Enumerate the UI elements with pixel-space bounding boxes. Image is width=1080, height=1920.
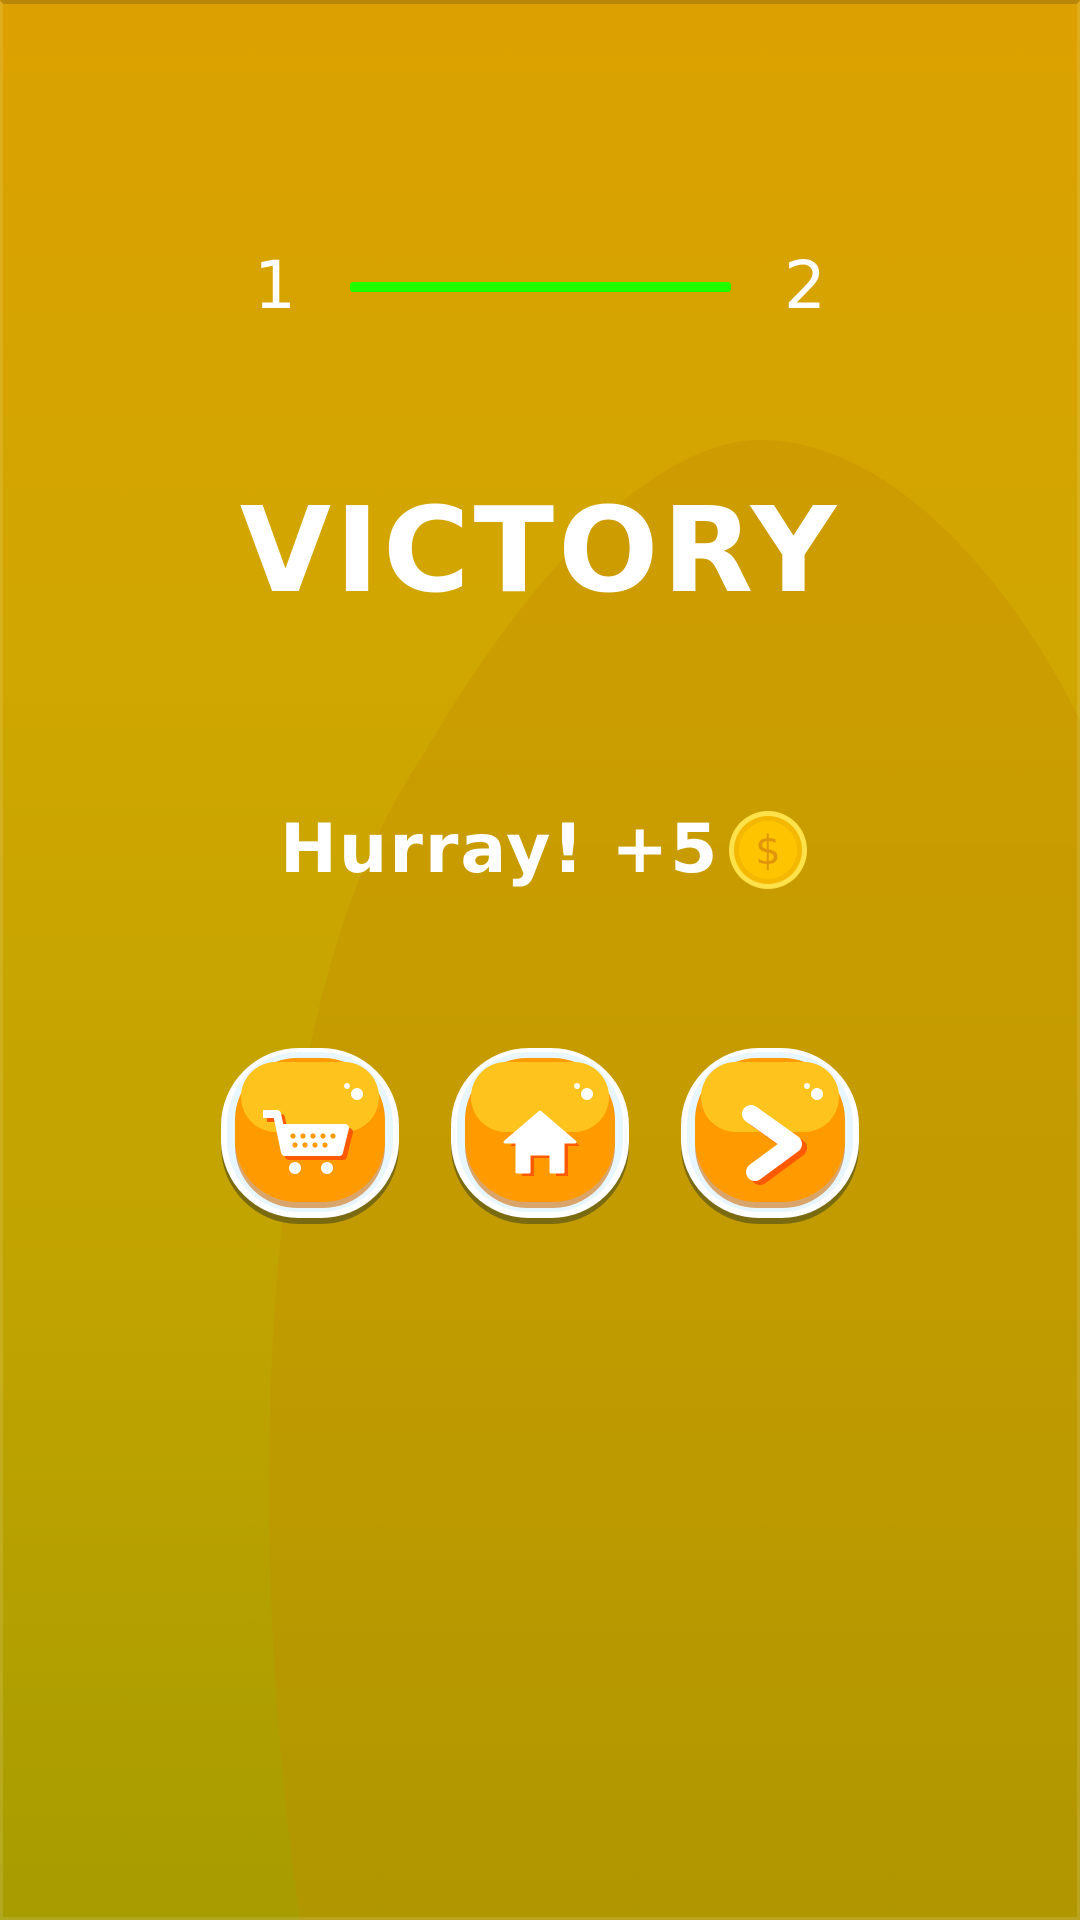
victory-title: VICTORY (239, 481, 841, 619)
coin-icon: $ (728, 811, 807, 889)
reward-row: Hurray! +5 $ (280, 805, 808, 895)
next-level-label: 2 (784, 247, 826, 324)
shop-button[interactable] (219, 1048, 401, 1226)
next-button[interactable] (679, 1048, 861, 1226)
home-button[interactable] (449, 1048, 631, 1226)
level-progress-fill (350, 282, 731, 292)
svg-text:$: $ (755, 828, 780, 874)
current-level-label: 1 (254, 247, 296, 324)
reward-text: Hurray! +5 (280, 810, 720, 889)
level-progress-bar (350, 282, 731, 292)
